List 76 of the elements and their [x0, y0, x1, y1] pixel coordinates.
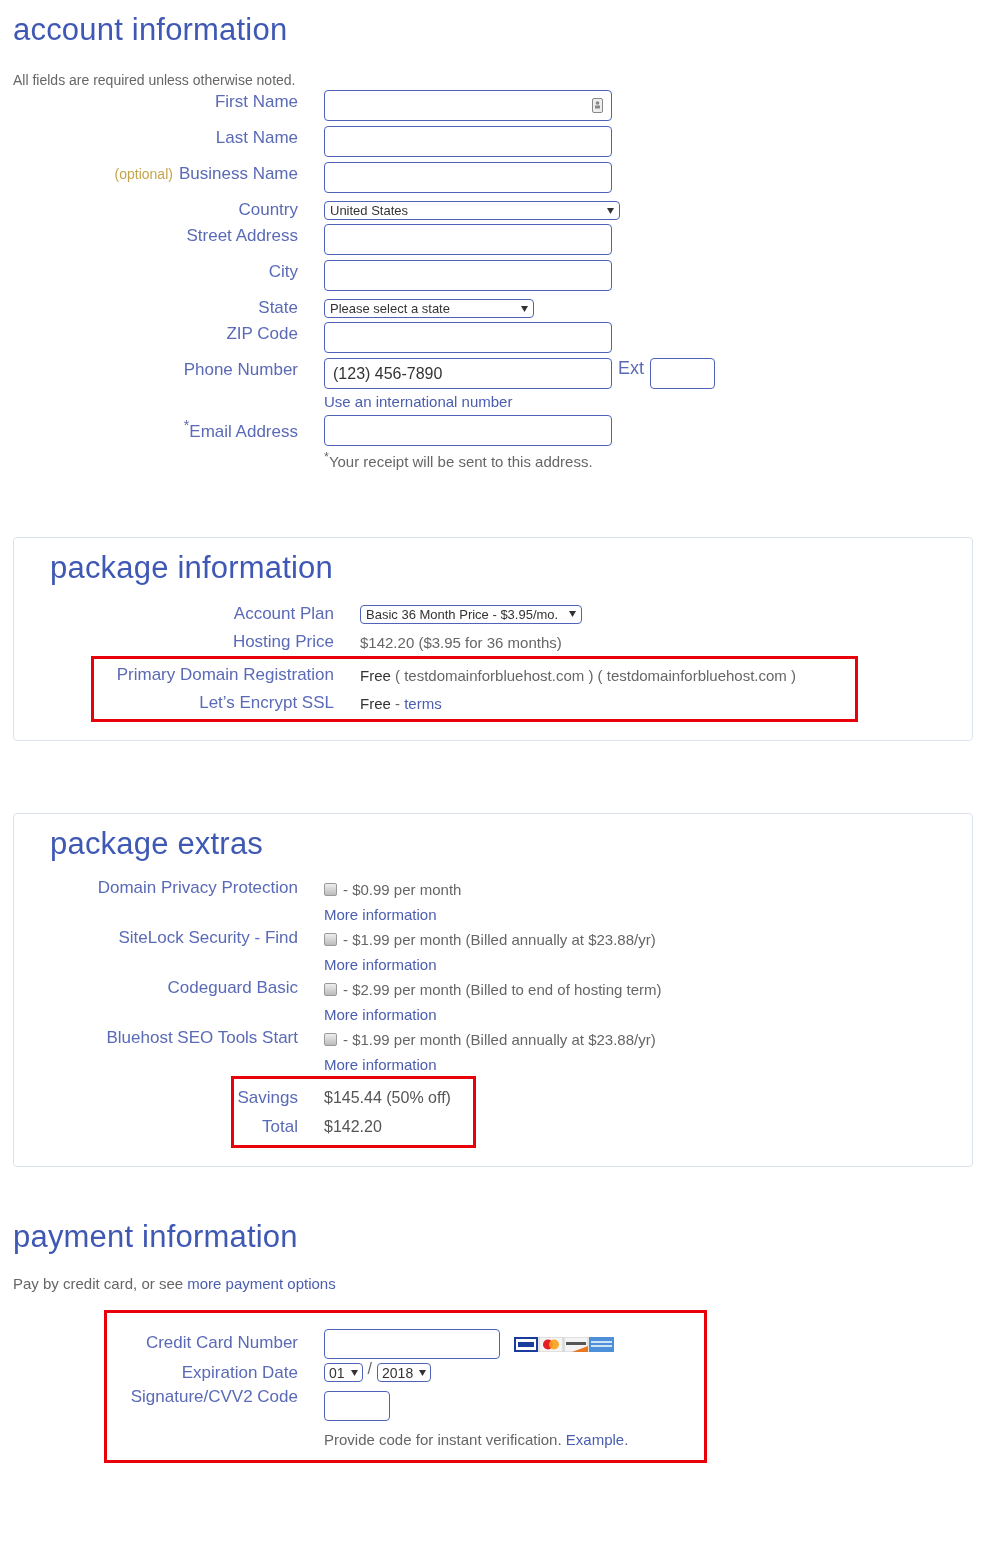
- card-number-field[interactable]: [324, 1329, 500, 1359]
- optional-note: (optional): [114, 166, 173, 182]
- total-value: $142.20: [324, 1117, 383, 1136]
- terms-link[interactable]: terms: [404, 694, 442, 712]
- field-label: Last Name: [215, 128, 298, 147]
- required-note: All fields are required unless otherwise noted.: [13, 72, 297, 88]
- extra-label: SiteLock Security - Find: [117, 927, 298, 949]
- extra-label: Bluehost SEO Tools Start: [105, 1027, 298, 1049]
- plan-dropdown[interactable]: Basic 36 Month Price - $3.95/mo.: [360, 604, 582, 624]
- field-value: Free -: [360, 694, 401, 712]
- field-label: Hosting Price: [231, 632, 334, 652]
- checkbox[interactable]: [324, 883, 337, 896]
- field-label: Primary Domain Registration: [115, 665, 334, 685]
- field-label: Street Address: [186, 226, 298, 245]
- field-hint: $^{*}$Your receipt will be sent to this address.: [324, 450, 593, 470]
- section-title: payment information: [13, 1218, 299, 1256]
- field-hint: Use an international number: [324, 393, 513, 410]
- input-field[interactable]: [324, 224, 612, 255]
- total-value: $145.44 (50% off): [324, 1088, 452, 1107]
- caret-icon: [607, 207, 614, 214]
- more-information-link[interactable]: More information: [324, 1003, 972, 1026]
- checkbox[interactable]: [324, 933, 337, 946]
- extra-label: Codeguard Basic: [166, 977, 298, 999]
- payment-options-link[interactable]: more payment options: [187, 1275, 336, 1292]
- caret-icon: [419, 1369, 427, 1376]
- input-field[interactable]: [324, 126, 612, 157]
- extra-label: Domain Privacy Protection: [96, 877, 298, 899]
- ext-label: Ext: [618, 358, 644, 379]
- field-label: Credit Card Number: [144, 1332, 298, 1354]
- extra-price: - $2.99 per month (Billed to end of hosting term): [343, 981, 662, 998]
- example-link[interactable]: Example.: [565, 1431, 629, 1448]
- field-label: Let’s Encrypt SSL: [198, 693, 334, 713]
- more-information-link[interactable]: More information: [324, 903, 972, 926]
- checkbox[interactable]: [324, 1033, 337, 1046]
- more-information-link[interactable]: More information: [324, 1053, 972, 1076]
- field-label: ZIP Code: [226, 324, 298, 343]
- field-label: Expiration Date: [180, 1362, 298, 1383]
- field-label: City: [268, 262, 298, 281]
- section-title: package information: [49, 549, 334, 587]
- input-field[interactable]: [324, 415, 612, 446]
- field-label: $^{*}$Email Address: [183, 421, 298, 441]
- more-information-link[interactable]: More information: [324, 953, 972, 976]
- input-field[interactable]: [324, 162, 612, 193]
- select-dropdown[interactable]: Please select a state: [324, 299, 534, 318]
- field-label: Phone Number: [183, 360, 298, 379]
- extra-price: - $1.99 per month (Billed annually at $23.88/yr): [343, 1031, 656, 1048]
- extra-price: - $1.99 per month (Billed annually at $23.88/yr): [343, 931, 656, 948]
- field-label: Business Name: [178, 164, 298, 183]
- ext-field[interactable]: [650, 358, 715, 389]
- field-label: Signature/CVV2 Code: [129, 1386, 298, 1408]
- total-label: Total: [261, 1116, 298, 1137]
- checkbox[interactable]: [324, 983, 337, 996]
- select-dropdown[interactable]: United States: [324, 201, 620, 220]
- caret-icon: [350, 1369, 358, 1376]
- field-value: $142.20 ($3.95 for 36 months): [360, 633, 562, 651]
- section-title: package extras: [49, 825, 265, 863]
- payment-intro: Pay by credit card, or see more payment options: [13, 1275, 337, 1292]
- field-label: State: [258, 298, 298, 317]
- cvv-hint: Provide code for instant verification. Example.: [324, 1431, 629, 1448]
- caret-icon: [569, 611, 576, 617]
- field-label: Account Plan: [232, 604, 334, 624]
- field-value: Free ( testdomainforbluehost.com ) ( testdomainforbluehost.com ): [360, 666, 797, 684]
- cvv-field[interactable]: [324, 1391, 390, 1421]
- input-field[interactable]: [324, 90, 612, 121]
- date-separator: /: [367, 1360, 373, 1378]
- field-label: Country: [238, 200, 298, 219]
- caret-icon: [521, 305, 528, 312]
- extra-price: - $0.99 per month: [343, 881, 462, 898]
- input-field[interactable]: [324, 260, 612, 291]
- total-label: Savings: [236, 1087, 298, 1108]
- input-field[interactable]: [324, 322, 612, 353]
- input-field[interactable]: (123) 456-7890: [324, 358, 612, 389]
- section-title: account information: [13, 11, 289, 49]
- field-label: First Name: [214, 92, 298, 111]
- year-dropdown[interactable]: 2018: [377, 1363, 432, 1382]
- month-dropdown[interactable]: 01: [324, 1363, 363, 1382]
